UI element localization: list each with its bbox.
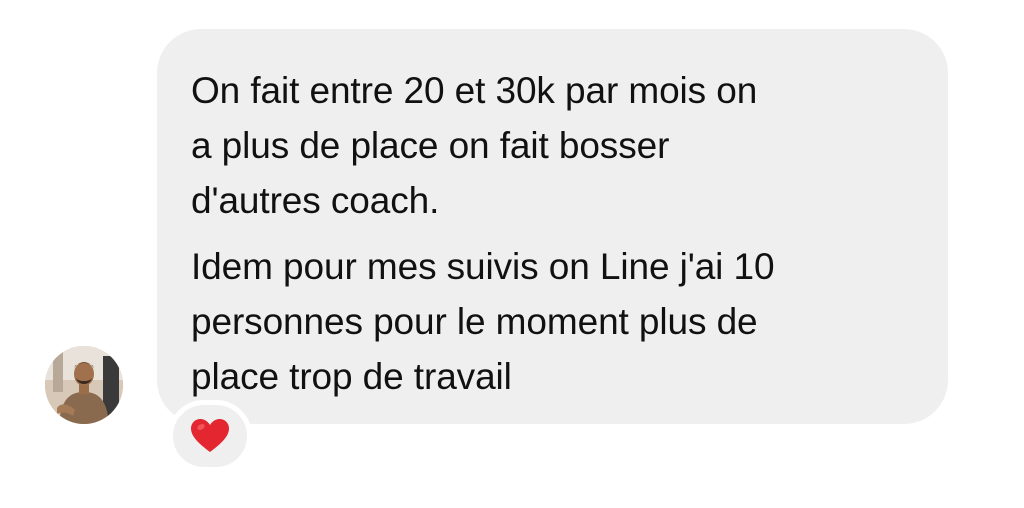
message-line: a plus de place on fait bosser [191, 125, 670, 166]
sender-avatar[interactable] [45, 346, 123, 424]
message-line: Idem pour mes suivis on Line j'ai 10 [191, 246, 775, 287]
message-line: personnes pour le moment plus de [191, 301, 758, 342]
red-heart-icon [191, 419, 229, 452]
message-paragraph-2: Idem pour mes suivis on Line j'ai 10 per… [191, 239, 908, 404]
message-line: d'autres coach. [191, 180, 440, 221]
message-line: place trop de travail [191, 356, 512, 397]
message-bubble[interactable]: On fait entre 20 et 30k par mois on a pl… [157, 29, 948, 424]
chat-message-row: On fait entre 20 et 30k par mois on a pl… [0, 0, 1024, 508]
reaction-badge[interactable] [168, 400, 252, 472]
message-line: On fait entre 20 et 30k par mois on [191, 70, 758, 111]
avatar-photo-icon [45, 346, 123, 424]
message-paragraph-1: On fait entre 20 et 30k par mois on a pl… [191, 63, 908, 228]
